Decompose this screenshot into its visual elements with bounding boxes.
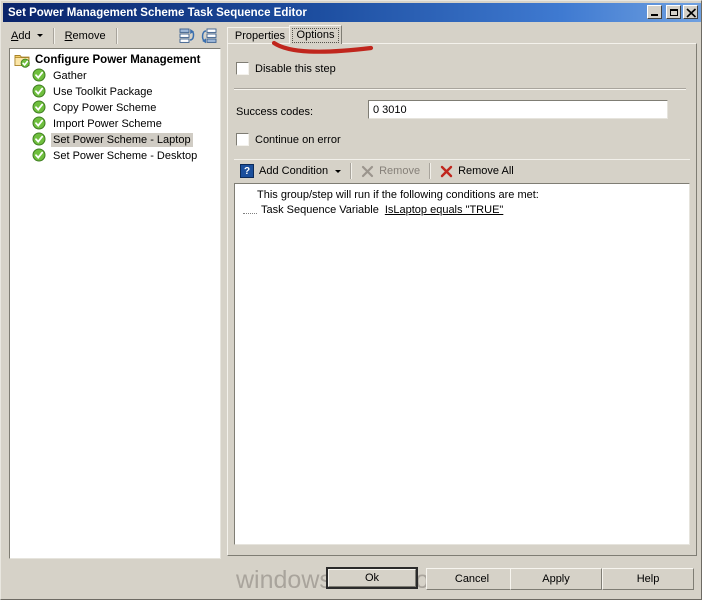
disable-step-label: Disable this step [255, 62, 336, 75]
tab-options[interactable]: Options [289, 25, 342, 44]
add-condition-button[interactable]: ? Add Condition [234, 161, 347, 181]
ok-button[interactable]: Ok [326, 567, 418, 589]
success-codes-label: Success codes: [236, 106, 314, 118]
task-sequence-editor-window: Set Power Management Scheme Task Sequenc… [0, 0, 702, 600]
condition-expression[interactable]: IsLaptop equals "TRUE" [385, 204, 503, 216]
conditions-header: This group/step will run if the followin… [257, 189, 539, 201]
maximize-button[interactable] [666, 5, 681, 19]
chevron-down-icon [36, 34, 43, 37]
remove-all-conditions-button[interactable]: Remove All [434, 161, 520, 181]
red-x-icon [440, 165, 453, 177]
tree-item-label: Set Power Scheme - Laptop [51, 133, 193, 147]
window-controls [647, 5, 698, 19]
toolbar-separator-2 [115, 27, 118, 44]
disable-step-row[interactable]: Disable this step [236, 62, 336, 75]
tab-options-label: Options [291, 27, 340, 43]
apply-button-label: Apply [542, 573, 570, 585]
tree-item-label: Set Power Scheme - Desktop [53, 150, 198, 162]
move-step-up-icon[interactable] [176, 26, 198, 46]
green-check-icon [32, 84, 48, 100]
tab-strip: Properties Options [227, 25, 697, 44]
tree-item-label: Import Power Scheme [53, 118, 162, 130]
remove-button-label: Remove [64, 29, 106, 42]
move-step-down-icon[interactable] [198, 26, 220, 46]
green-check-icon [32, 100, 48, 116]
tree-item-label: Copy Power Scheme [53, 102, 157, 114]
help-button-label: Help [636, 573, 660, 585]
toolbar-separator-2 [429, 163, 432, 179]
tree-item-label: Use Toolkit Package [53, 86, 153, 98]
continue-on-error-label: Continue on error [255, 133, 341, 146]
tree-root-label: Configure Power Management [35, 54, 201, 66]
continue-on-error-checkbox[interactable] [236, 133, 249, 146]
condition-type: Task Sequence Variable [261, 203, 379, 216]
tree-item-set-power-scheme-laptop[interactable]: Set Power Scheme - Laptop [10, 132, 220, 148]
add-button-label: Add [11, 29, 31, 42]
tree-item-label: Gather [53, 70, 87, 82]
success-codes-input[interactable]: 0 3010 [368, 100, 668, 119]
tab-properties-label: Properties [234, 29, 286, 42]
options-tab-panel: Disable this step Success codes: 0 3010 … [227, 43, 697, 556]
green-check-icon [32, 68, 48, 84]
minimize-button[interactable] [647, 5, 662, 19]
remove-all-label: Remove All [458, 165, 514, 177]
ok-button-label: Ok [364, 572, 380, 584]
tree-item-import-power-scheme[interactable]: Import Power Scheme [10, 116, 220, 132]
condition-toolbar: ? Add Condition Remove Remove All [234, 159, 690, 182]
folder-group-icon [14, 52, 30, 68]
chevron-down-icon [335, 169, 342, 173]
divider [234, 88, 686, 90]
add-condition-label: Add Condition [259, 165, 329, 177]
tree-item-gather[interactable]: Gather [10, 68, 220, 84]
continue-on-error-row[interactable]: Continue on error [236, 133, 341, 146]
disable-step-checkbox[interactable] [236, 62, 249, 75]
green-check-icon [32, 148, 48, 164]
conditions-list[interactable]: This group/step will run if the followin… [234, 183, 690, 545]
tree-item-use-toolkit-package[interactable]: Use Toolkit Package [10, 84, 220, 100]
tree-root-node[interactable]: Configure Power Management [10, 52, 220, 68]
tab-properties[interactable]: Properties [227, 27, 293, 43]
add-button[interactable]: Add [4, 26, 50, 46]
tree-item-copy-power-scheme[interactable]: Copy Power Scheme [10, 100, 220, 116]
help-button[interactable]: Help [602, 568, 694, 590]
sequence-toolbar: Add Remove [4, 24, 220, 47]
title-bar: Set Power Management Scheme Task Sequenc… [3, 3, 701, 22]
cancel-button-label: Cancel [454, 573, 490, 585]
window-title: Set Power Management Scheme Task Sequenc… [8, 6, 307, 19]
tree-connector-icon [243, 212, 257, 214]
success-codes-value: 0 3010 [373, 103, 407, 116]
green-check-icon [32, 132, 48, 148]
remove-condition-label: Remove [379, 165, 421, 177]
cancel-button[interactable]: Cancel [426, 568, 518, 590]
gray-x-icon [362, 165, 374, 177]
question-mark-icon: ? [240, 164, 254, 178]
remove-button[interactable]: Remove [58, 26, 113, 46]
task-sequence-tree[interactable]: Configure Power Management Gather Use To… [9, 48, 221, 559]
apply-button[interactable]: Apply [510, 568, 602, 590]
toolbar-separator [350, 163, 353, 179]
toolbar-separator [52, 27, 55, 44]
remove-condition-button: Remove [355, 161, 426, 181]
condition-row[interactable]: Task Sequence Variable IsLaptop equals "… [235, 202, 689, 217]
green-check-icon [32, 116, 48, 132]
close-button[interactable] [683, 5, 698, 19]
close-icon [686, 8, 697, 18]
tree-item-set-power-scheme-desktop[interactable]: Set Power Scheme - Desktop [10, 148, 220, 164]
